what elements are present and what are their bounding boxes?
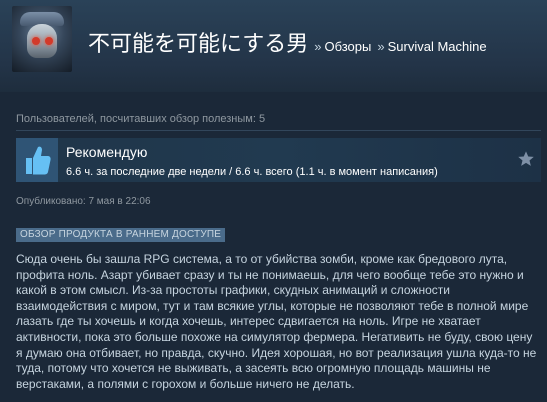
early-access-badge: ОБЗОР ПРОДУКТА В РАННЕМ ДОСТУПЕ bbox=[16, 228, 226, 242]
playtime-hours: 6.6 ч. за последние две недели / 6.6 ч. … bbox=[66, 166, 438, 178]
thumbs-up-icon bbox=[16, 138, 58, 182]
avatar-eye-left bbox=[32, 37, 40, 45]
username-link[interactable]: 不可能を可能にする男 bbox=[88, 26, 308, 58]
breadcrumb-separator: » bbox=[314, 39, 322, 54]
recommendation-box: Рекомендую 6.6 ч. за последние две недел… bbox=[16, 138, 541, 182]
review-body: Сюда очень бы зашла RPG система, а то от… bbox=[16, 252, 537, 391]
posted-date: Опубликовано: 7 мая в 22:06 bbox=[16, 196, 151, 207]
user-avatar[interactable] bbox=[12, 6, 72, 72]
breadcrumb-separator: » bbox=[377, 39, 385, 54]
profile-header: 不可能を可能にする男 » Обзоры » Survival Machine bbox=[0, 0, 547, 92]
divider bbox=[16, 130, 541, 131]
breadcrumb-game-link[interactable]: Survival Machine bbox=[388, 39, 487, 54]
breadcrumb-reviews-link[interactable]: Обзоры bbox=[324, 39, 371, 54]
thumbs-up-icon-svg bbox=[26, 146, 51, 175]
avatar-eye-right bbox=[45, 37, 53, 45]
breadcrumb: 不可能を可能にする男 » Обзоры » Survival Machine bbox=[88, 26, 487, 58]
helpful-count: Пользователей, посчитавших обзор полезны… bbox=[16, 113, 266, 125]
recommendation-title[interactable]: Рекомендую bbox=[66, 144, 147, 160]
star-icon[interactable] bbox=[517, 150, 535, 168]
